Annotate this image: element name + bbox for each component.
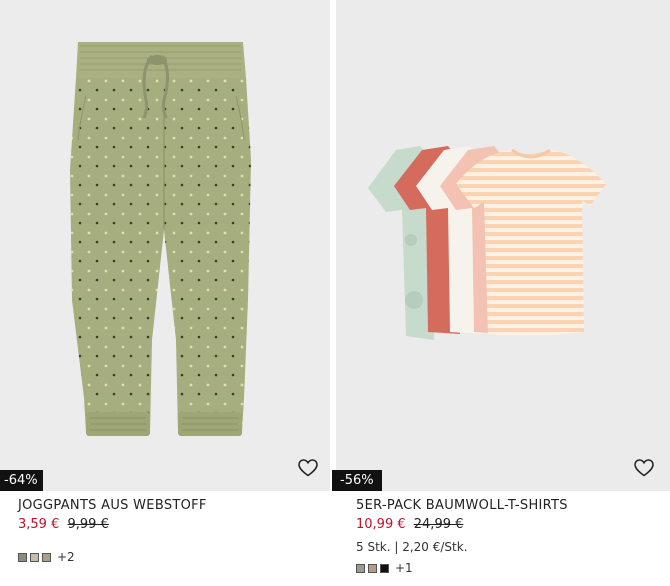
color-swatch[interactable] <box>356 563 365 573</box>
joggpants-illustration <box>70 42 251 436</box>
product-price: 3,59 € 9,99 € <box>18 516 330 533</box>
color-swatches: +1 <box>356 561 670 575</box>
more-colors-count[interactable]: +1 <box>395 561 413 575</box>
more-colors-count[interactable]: +2 <box>57 550 75 564</box>
sale-price: 3,59 € <box>18 517 60 532</box>
product-info: 5ER-PACK BAUMWOLL-T-SHIRTS 10,99 € 24,99… <box>336 491 670 575</box>
original-price: 9,99 € <box>67 517 109 532</box>
product-card-tshirts[interactable]: -56% 5ER-PACK BAUMWOLL-T-SHIRTS 10,99 € … <box>332 0 670 575</box>
color-swatch[interactable] <box>18 552 27 562</box>
heart-icon[interactable] <box>298 459 318 477</box>
product-info: JOGGPANTS AUS WEBSTOFF 3,59 € 9,99 € +2 <box>0 491 330 564</box>
discount-badge: -64% <box>0 470 43 491</box>
original-price: 24,99 € <box>413 517 464 532</box>
heart-icon[interactable] <box>634 459 654 477</box>
product-image-joggpants[interactable]: -64% <box>0 0 330 491</box>
discount-badge: -56% <box>332 470 382 491</box>
color-swatches: +2 <box>18 550 330 564</box>
product-title[interactable]: 5ER-PACK BAUMWOLL-T-SHIRTS <box>356 498 670 514</box>
product-price: 10,99 € 24,99 € <box>356 516 670 533</box>
color-swatch[interactable] <box>30 552 39 562</box>
color-swatch[interactable] <box>368 563 377 573</box>
color-swatch[interactable] <box>42 552 51 562</box>
unit-price-info: 5 Stk. | 2,20 €/Stk. <box>356 540 468 554</box>
tshirts-illustration <box>368 146 606 340</box>
product-image-tshirts[interactable]: -56% <box>332 0 670 491</box>
product-title[interactable]: JOGGPANTS AUS WEBSTOFF <box>18 498 330 514</box>
color-swatch[interactable] <box>380 563 389 573</box>
product-card-joggpants[interactable]: -64% JOGGPANTS AUS WEBSTOFF 3,59 € 9,99 … <box>0 0 330 564</box>
product-grid: -64% JOGGPANTS AUS WEBSTOFF 3,59 € 9,99 … <box>0 0 670 586</box>
sale-price: 10,99 € <box>356 517 406 532</box>
